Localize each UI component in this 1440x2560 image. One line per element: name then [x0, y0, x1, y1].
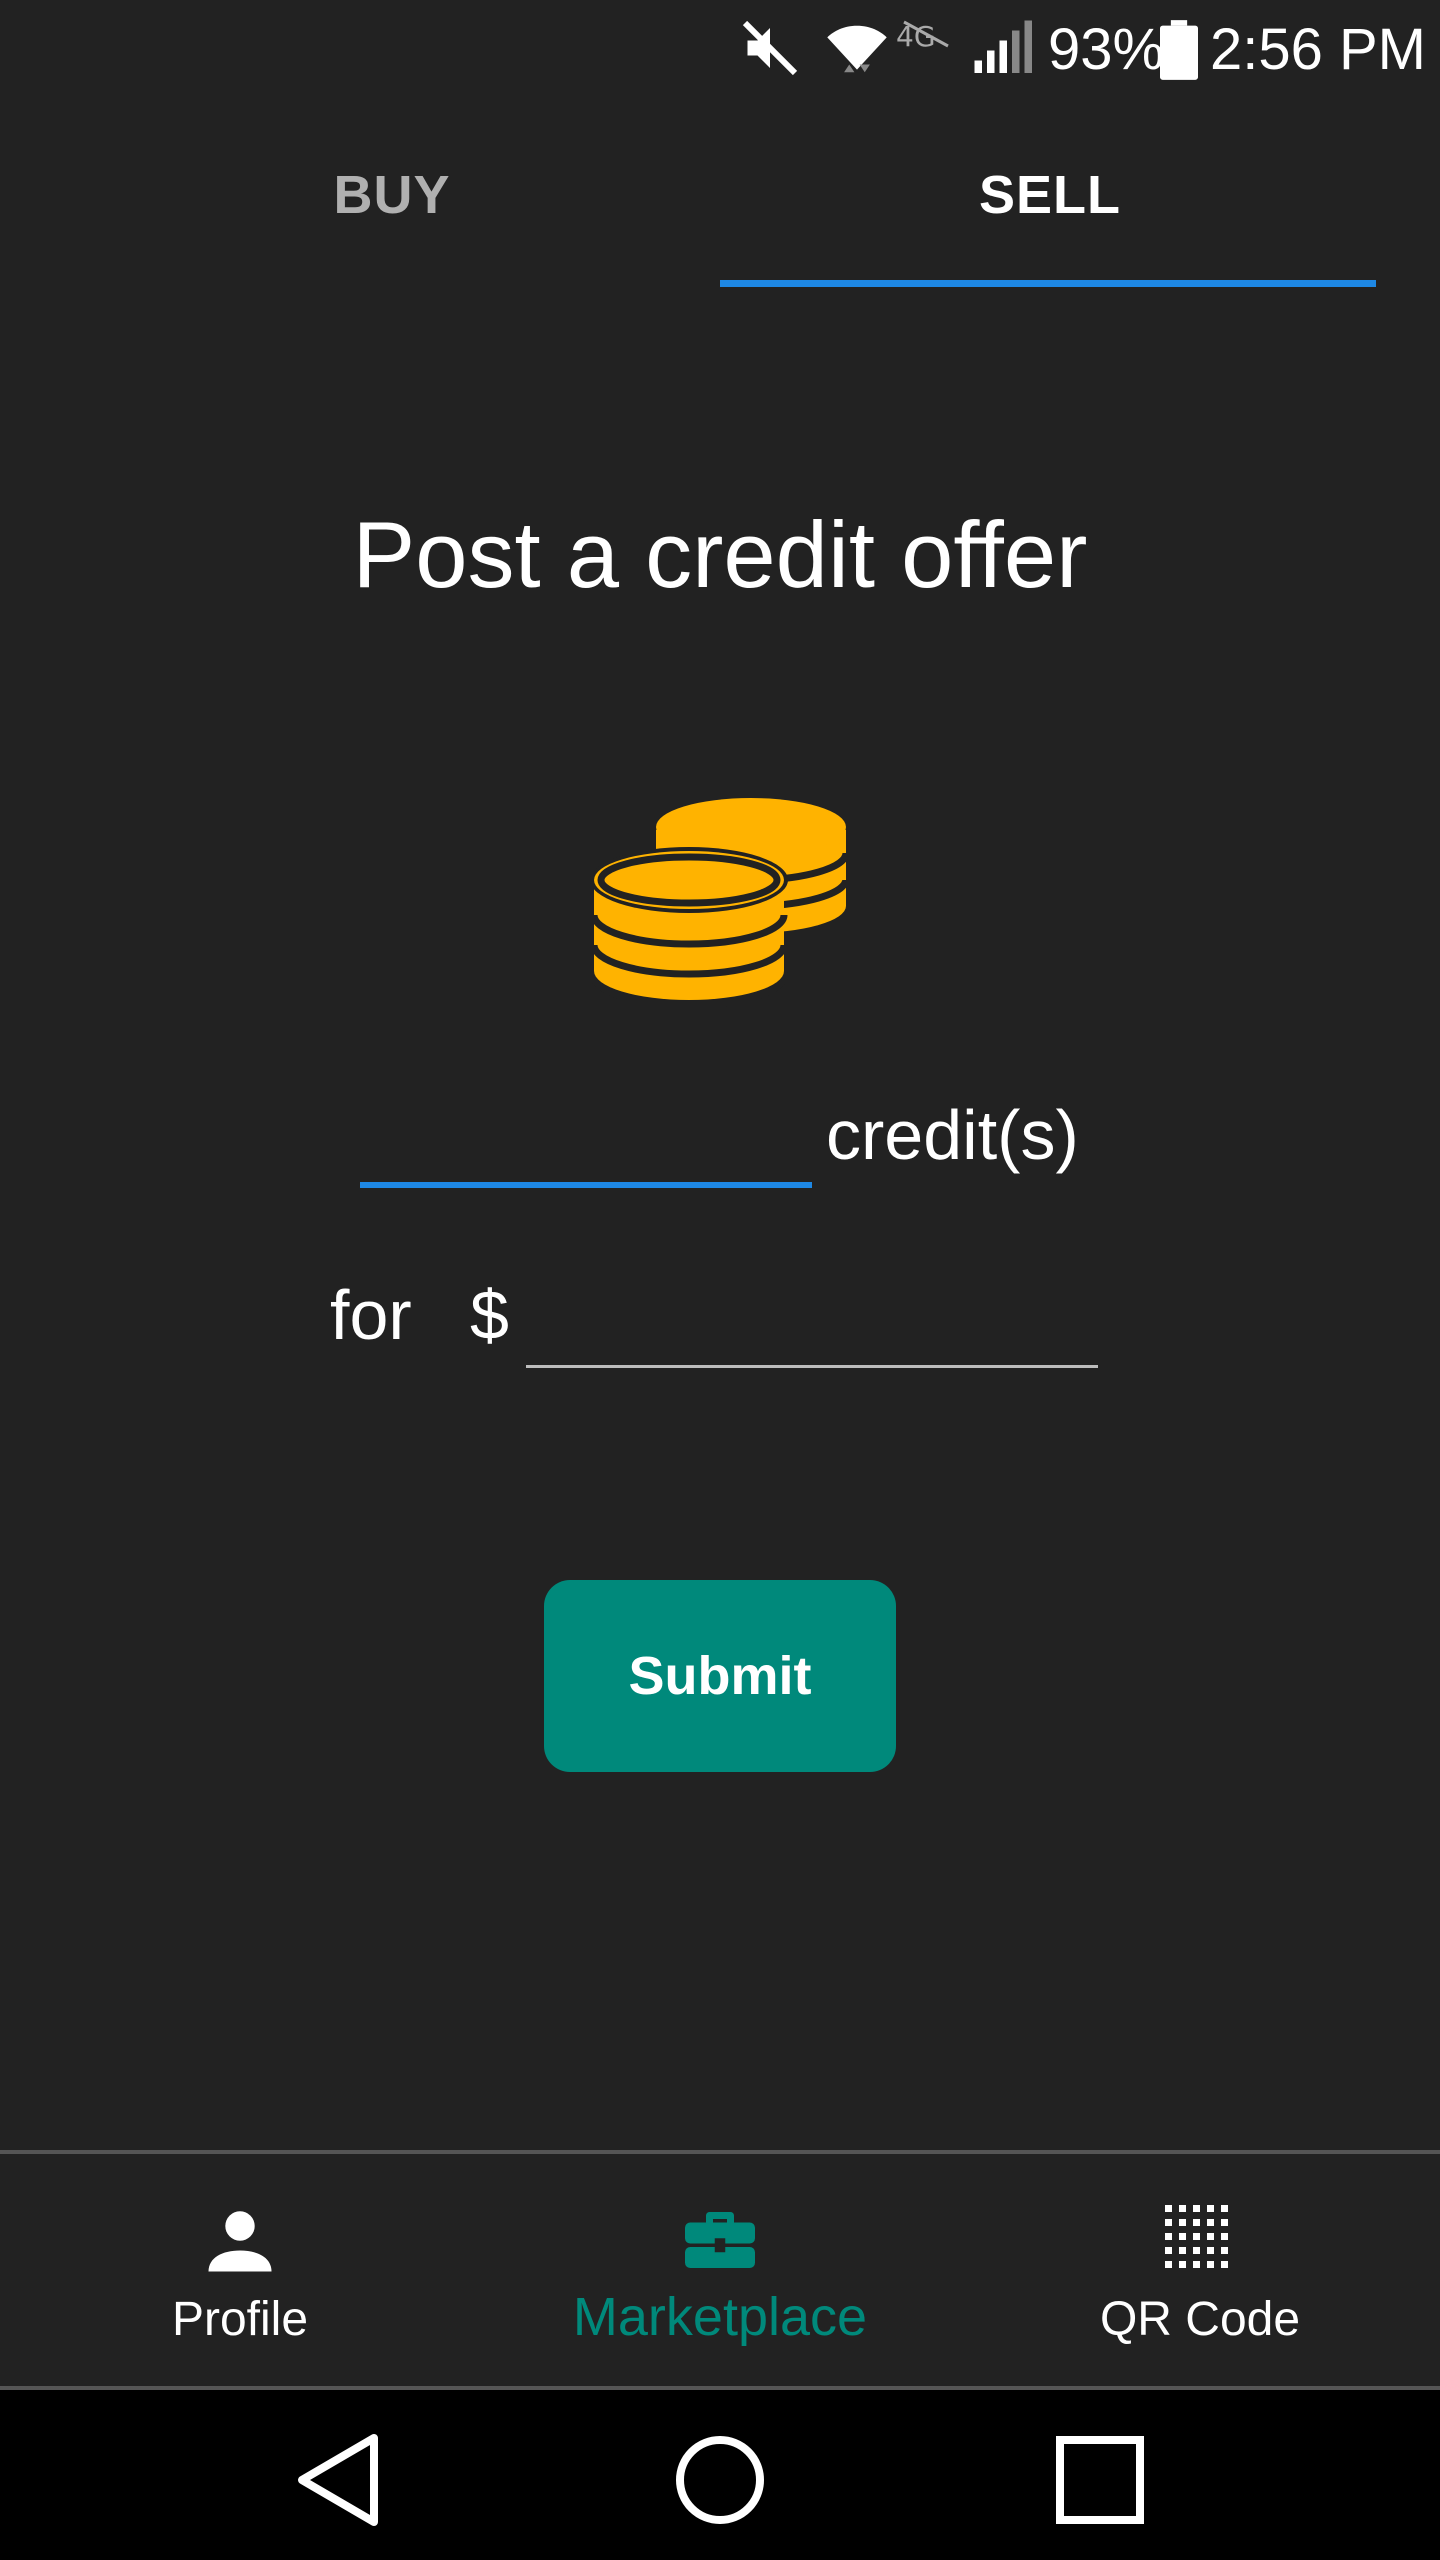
nav-item-marketplace[interactable]: Marketplace: [480, 2154, 960, 2386]
tab-buy[interactable]: BUY: [62, 100, 722, 290]
bottom-nav: Profile Marketplace QR Code: [0, 2150, 1440, 2390]
home-icon[interactable]: [670, 2430, 770, 2530]
nav-label-qr-code: QR Code: [1099, 2293, 1301, 2346]
briefcase-icon: [685, 2212, 755, 2268]
nav-label-marketplace: Marketplace: [572, 2287, 868, 2347]
submit-button[interactable]: Submit: [544, 1580, 896, 1772]
nav-label-profile: Profile: [171, 2293, 309, 2346]
nav-item-profile[interactable]: Profile: [0, 2154, 480, 2386]
recents-icon[interactable]: [1050, 2430, 1150, 2530]
lte-icon: 4G: [896, 20, 949, 53]
nav-item-qr-code[interactable]: QR Code: [960, 2154, 1440, 2386]
credit-row: credit(s): [360, 1070, 1120, 1200]
coins-icon: [590, 798, 850, 1009]
page-title: Post a credit offer: [352, 502, 1088, 607]
battery-icon: [1160, 20, 1198, 80]
back-icon[interactable]: [290, 2430, 390, 2530]
credit-amount-input[interactable]: [360, 1090, 812, 1188]
credit-unit-label: credit(s): [826, 1096, 1079, 1174]
system-nav-bar: [0, 2390, 1440, 2560]
battery-percent: 93%: [1048, 17, 1165, 82]
currency-symbol: $: [470, 1276, 509, 1354]
mute-icon: [742, 20, 798, 76]
price-row: for $: [330, 1255, 1110, 1375]
clock: 2:56 PM: [1210, 17, 1426, 82]
status-bar: 4G 93% 2:56 PM: [0, 0, 1440, 100]
for-label: for: [330, 1276, 412, 1354]
tab-bar: BUY SELL: [0, 100, 1440, 290]
signal-icon: [974, 20, 1032, 73]
person-icon: [208, 2211, 272, 2272]
tab-indicator: [720, 280, 1376, 287]
tab-sell[interactable]: SELL: [720, 100, 1380, 290]
qr-code-icon: [1165, 2205, 1228, 2268]
wifi-icon: [827, 25, 887, 73]
price-input[interactable]: [526, 1275, 1098, 1368]
